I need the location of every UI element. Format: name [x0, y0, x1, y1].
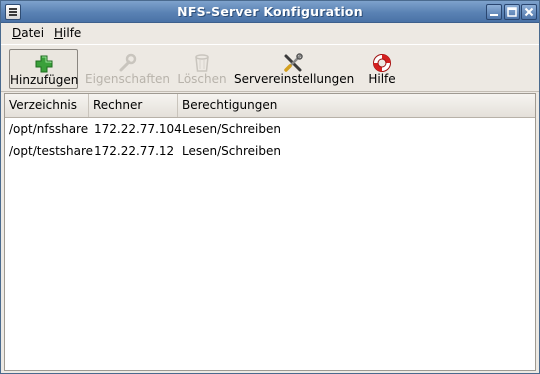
menu-datei-mnemonic: D: [12, 26, 22, 40]
help-button-label: Hilfe: [368, 72, 396, 86]
delete-button[interactable]: Löschen: [174, 49, 230, 89]
cell-verzeichnis: /opt/testshare: [9, 144, 94, 158]
wrench-icon: [119, 53, 137, 72]
share-list[interactable]: Verzeichnis Rechner Berechtigungen /opt/…: [4, 93, 536, 371]
cell-rechner: 172.22.77.12: [94, 144, 175, 158]
lifebuoy-icon: [373, 54, 391, 72]
toolbar: Hinzufügen Eigenschaften Löschen Servere…: [1, 44, 539, 92]
menu-datei[interactable]: Datei: [12, 26, 44, 40]
column-header-verzeichnis[interactable]: Verzeichnis: [5, 94, 89, 117]
add-button[interactable]: Hinzufügen: [9, 49, 78, 89]
window-title: NFS-Server Konfiguration: [177, 4, 363, 19]
menu-bar: Datei Hilfe: [1, 23, 539, 43]
column-header-rechner[interactable]: Rechner: [89, 94, 178, 117]
table-row[interactable]: /opt/nfsshare 172.22.77.104 Lesen/Schrei…: [5, 118, 535, 140]
maximize-icon: [507, 7, 517, 17]
minimize-button[interactable]: [486, 4, 502, 20]
menu-hilfe[interactable]: Hilfe: [54, 26, 81, 40]
column-header-berechtigungen[interactable]: Berechtigungen: [178, 94, 535, 117]
cell-berechtigungen: Lesen/Schreiben: [182, 144, 281, 158]
cell-verzeichnis: /opt/nfsshare: [9, 122, 89, 136]
trash-icon: [195, 54, 209, 72]
tools-icon: [283, 53, 303, 72]
menu-hilfe-rest: ilfe: [63, 26, 82, 40]
help-button[interactable]: Hilfe: [359, 49, 405, 89]
minimize-icon: [490, 14, 498, 16]
maximize-button[interactable]: [504, 4, 520, 20]
delete-button-label: Löschen: [177, 72, 227, 86]
cell-rechner: 172.22.77.104: [94, 122, 182, 136]
add-icon: [35, 55, 52, 73]
table-row[interactable]: /opt/testshare 172.22.77.12 Lesen/Schrei…: [5, 140, 535, 162]
title-bar[interactable]: NFS-Server Konfiguration: [1, 1, 539, 23]
cell-berechtigungen: Lesen/Schreiben: [182, 122, 281, 136]
app-window: NFS-Server Konfiguration Datei Hilfe Hin…: [0, 0, 540, 374]
server-settings-button[interactable]: Servereinstellungen: [234, 49, 355, 89]
close-icon: [524, 7, 534, 17]
properties-button[interactable]: Eigenschaften: [85, 49, 171, 89]
menu-datei-rest: atei: [21, 26, 45, 40]
server-settings-button-label: Servereinstellungen: [234, 72, 355, 86]
list-header: Verzeichnis Rechner Berechtigungen: [5, 94, 535, 118]
properties-button-label: Eigenschaften: [85, 72, 171, 86]
add-button-label: Hinzufügen: [10, 73, 79, 87]
close-button[interactable]: [521, 4, 537, 20]
menu-hilfe-mnemonic: H: [54, 26, 64, 40]
